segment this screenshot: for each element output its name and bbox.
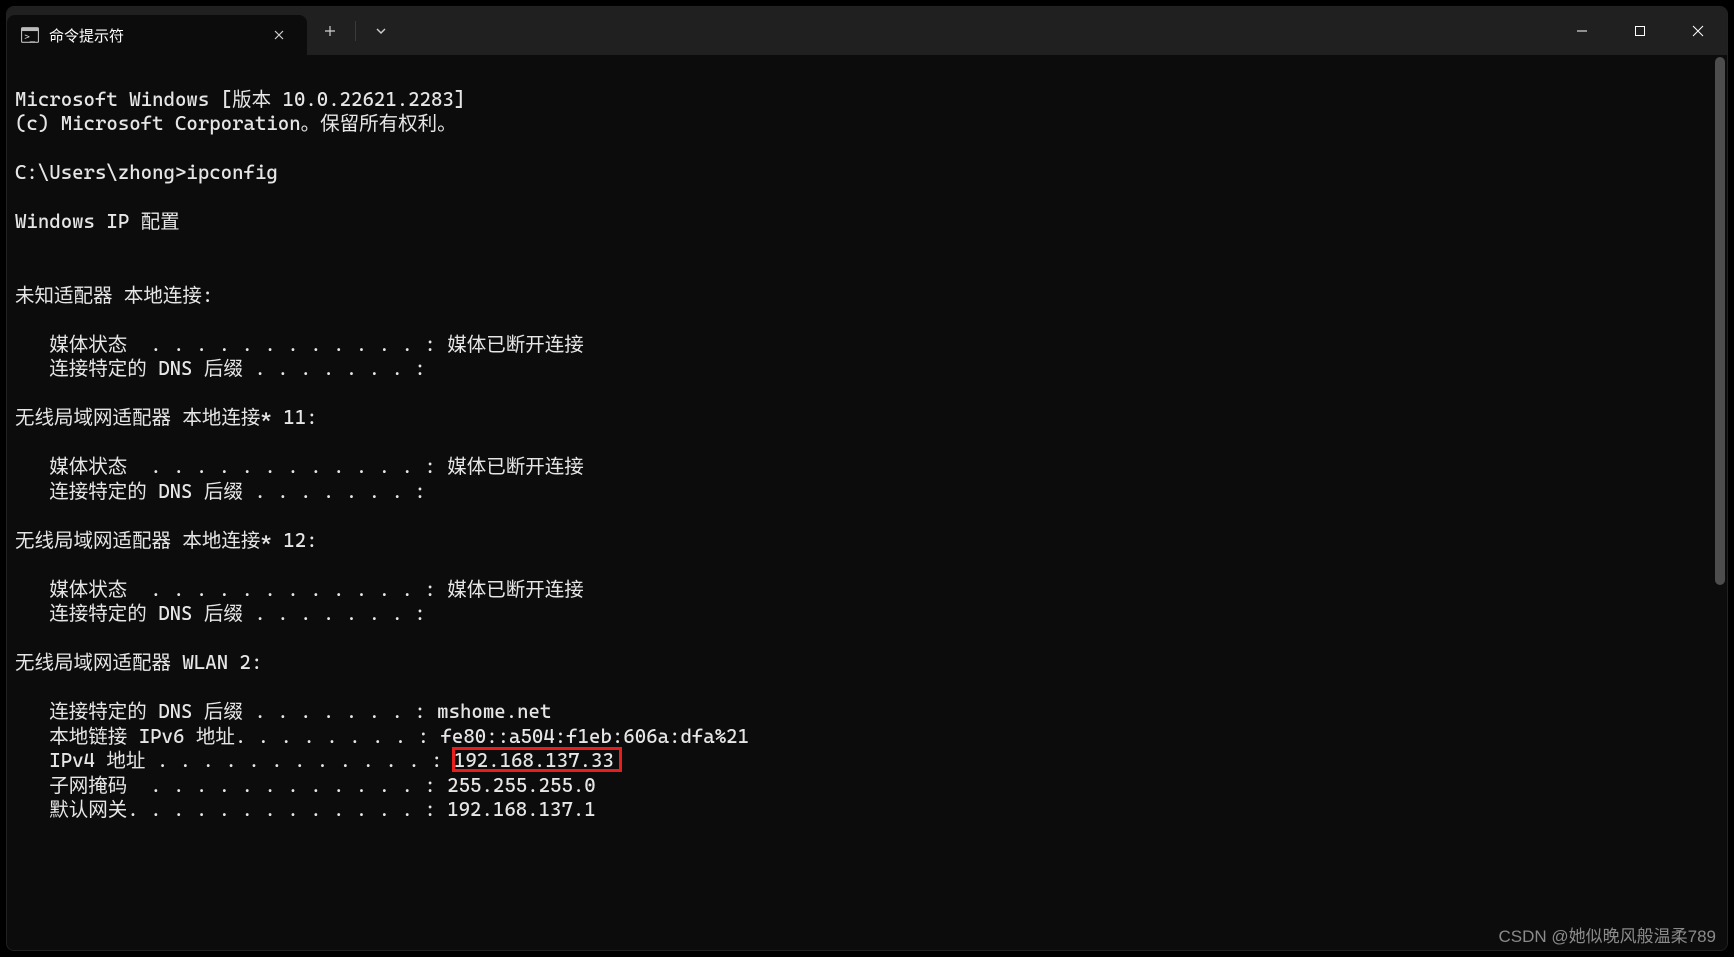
terminal-line: 连接特定的 DNS 后缀 . . . . . . . : (15, 480, 426, 503)
terminal-line: 子网掩码 . . . . . . . . . . . . : 255.255.2… (15, 774, 596, 797)
terminal-line: 媒体状态 . . . . . . . . . . . . : 媒体已断开连接 (15, 333, 584, 356)
terminal-line: 连接特定的 DNS 后缀 . . . . . . . : (15, 357, 426, 380)
tab-dropdown-button[interactable] (358, 7, 404, 55)
vertical-scrollbar[interactable] (1713, 55, 1727, 950)
terminal-line: 连接特定的 DNS 后缀 . . . . . . . : (15, 602, 426, 625)
tab-active[interactable]: >_ 命令提示符 (7, 15, 307, 55)
terminal-line: 默认网关. . . . . . . . . . . . . : 192.168.… (15, 798, 596, 821)
window-controls (1553, 7, 1727, 55)
terminal-line: 本地链接 IPv6 地址. . . . . . . . : fe80::a504… (15, 725, 749, 748)
terminal-line: 未知适配器 本地连接: (15, 284, 213, 307)
terminal-line: (c) Microsoft Corporation。保留所有权利。 (15, 112, 457, 135)
titlebar-drag-area[interactable] (404, 7, 1553, 55)
terminal-line: 无线局域网适配器 本地连接* 12: (15, 529, 318, 552)
tab-title: 命令提示符 (49, 25, 255, 46)
terminal-area: Microsoft Windows [版本 10.0.22621.2283] (… (7, 55, 1727, 950)
terminal-line: 无线局域网适配器 本地连接* 11: (15, 406, 318, 429)
titlebar-separator (355, 21, 356, 41)
titlebar[interactable]: >_ 命令提示符 (7, 7, 1727, 55)
tab-close-button[interactable] (265, 21, 293, 49)
maximize-button[interactable] (1611, 7, 1669, 55)
terminal-line: 无线局域网适配器 WLAN 2: (15, 651, 262, 674)
terminal-line: Windows IP 配置 (15, 210, 180, 233)
terminal-line: IPv4 地址 . . . . . . . . . . . . : 192.16… (15, 749, 614, 772)
scroll-thumb[interactable] (1715, 57, 1725, 585)
cmd-icon: >_ (21, 26, 39, 44)
terminal-output[interactable]: Microsoft Windows [版本 10.0.22621.2283] (… (7, 55, 1713, 950)
close-button[interactable] (1669, 7, 1727, 55)
terminal-line: Microsoft Windows [版本 10.0.22621.2283] (15, 88, 465, 111)
terminal-window: >_ 命令提示符 Microsoft Windo (6, 6, 1728, 951)
new-tab-button[interactable] (307, 7, 353, 55)
terminal-line: 连接特定的 DNS 后缀 . . . . . . . : mshome.net (15, 700, 551, 723)
terminal-line: 媒体状态 . . . . . . . . . . . . : 媒体已断开连接 (15, 455, 584, 478)
svg-text:>_: >_ (24, 33, 35, 43)
minimize-button[interactable] (1553, 7, 1611, 55)
terminal-line: 媒体状态 . . . . . . . . . . . . : 媒体已断开连接 (15, 578, 584, 601)
terminal-line: C:\Users\zhong>ipconfig (15, 161, 278, 184)
